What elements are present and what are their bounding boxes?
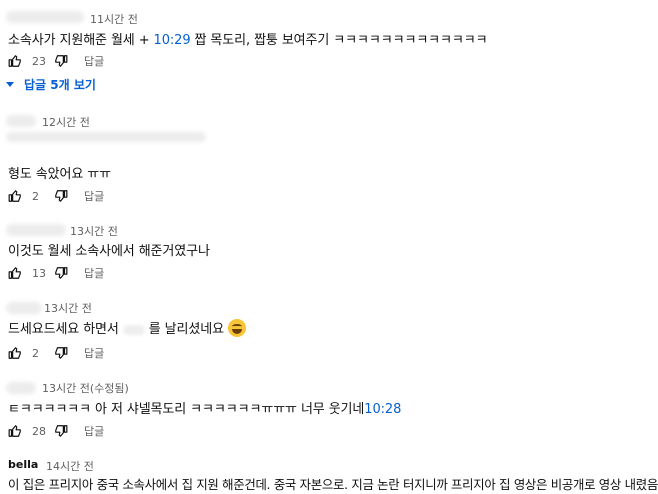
comment-text-part: 짭 목도리, 짭퉁 보여주기 ㅋㅋㅋㅋㅋㅋㅋㅋㅋㅋㅋㅋㅋ: [190, 33, 488, 48]
thumbs-down-icon[interactable]: [54, 266, 68, 280]
thumbs-up-icon[interactable]: [8, 266, 22, 280]
like-count: 2: [32, 346, 39, 360]
comment-author[interactable]: bella: [8, 458, 38, 471]
like-count: 13: [32, 266, 46, 280]
comment-text-part: 소속사가 지원해준 월세 +: [8, 33, 154, 48]
like-count: 23: [32, 54, 46, 68]
comment-text: 이것도 월세 소속사에서 해준거였구나: [8, 244, 210, 259]
comment-text-part: 를 날리셨네요: [148, 322, 224, 337]
reply-button[interactable]: 답글: [84, 265, 104, 281]
comment-text-part: 드세요드세요 하면서: [8, 322, 119, 337]
like-count: 28: [32, 424, 46, 438]
comment-actions: 2 답글: [8, 343, 104, 363]
comment-actions: 28 답글: [8, 421, 104, 441]
blurred-username: [6, 302, 42, 314]
blurred-redaction: [6, 132, 206, 142]
timestamp-link[interactable]: 10:29: [154, 33, 191, 48]
comment-time[interactable]: 14시간 전: [46, 458, 94, 474]
blurred-username: [6, 382, 36, 394]
blurred-username: [6, 115, 36, 127]
comment-text: 이 집은 프리지아 중국 소속사에서 집 지원 해준건데. 중국 자본으로. 지…: [8, 477, 658, 492]
comment-actions: 2 답글: [8, 186, 104, 206]
thumbs-down-icon[interactable]: [54, 424, 68, 438]
laughing-emoji-icon: [227, 319, 246, 337]
thumbs-up-icon[interactable]: [8, 54, 22, 68]
comment-text: 소속사가 지원해준 월세 + 10:29 짭 목도리, 짭퉁 보여주기 ㅋㅋㅋㅋ…: [8, 29, 488, 48]
comment-actions: 13 답글: [8, 263, 104, 283]
thumbs-up-icon[interactable]: [8, 189, 22, 203]
thumbs-down-icon[interactable]: [54, 54, 68, 68]
chevron-down-icon: [6, 82, 14, 87]
like-count: 2: [32, 189, 39, 203]
reply-button[interactable]: 답글: [84, 188, 104, 204]
comment-text: 형도 속았어요 ㅠㅠ: [8, 167, 111, 182]
timestamp-link[interactable]: 10:28: [364, 402, 401, 417]
thumbs-down-icon[interactable]: [54, 346, 68, 360]
view-replies-button[interactable]: 답글 5개 보기: [6, 76, 96, 93]
comment-text-part: ㅌㅋㅋㅋㅋㅋㅋ 아 저 샤넬목도리 ㅋㅋㅋㅋㅋㅋㅠㅠㅠ 너무 웃기네: [8, 402, 365, 417]
thumbs-down-icon[interactable]: [54, 189, 68, 203]
comment-time[interactable]: 13시간 전(수정됨): [42, 380, 129, 396]
reply-button[interactable]: 답글: [84, 53, 104, 69]
comment-actions: 23 답글: [8, 51, 104, 71]
view-replies-label: 답글 5개 보기: [24, 78, 96, 92]
comment-time[interactable]: 11시간 전: [90, 11, 138, 27]
comment-time[interactable]: 13시간 전: [44, 300, 92, 316]
comment-text: 드세요드세요 하면서 를 날리셨네요: [8, 318, 246, 337]
comment-time[interactable]: 13시간 전: [70, 223, 118, 239]
comment-text: ㅌㅋㅋㅋㅋㅋㅋ 아 저 샤넬목도리 ㅋㅋㅋㅋㅋㅋㅠㅠㅠ 너무 웃기네10:28: [8, 398, 401, 417]
thumbs-up-icon[interactable]: [8, 424, 22, 438]
thumbs-up-icon[interactable]: [8, 346, 22, 360]
blurred-username: [6, 224, 66, 236]
reply-button[interactable]: 답글: [84, 423, 104, 439]
reply-button[interactable]: 답글: [84, 345, 104, 361]
comment-time[interactable]: 12시간 전: [42, 114, 90, 130]
redacted-word: [122, 324, 145, 335]
blurred-username: [6, 11, 84, 23]
